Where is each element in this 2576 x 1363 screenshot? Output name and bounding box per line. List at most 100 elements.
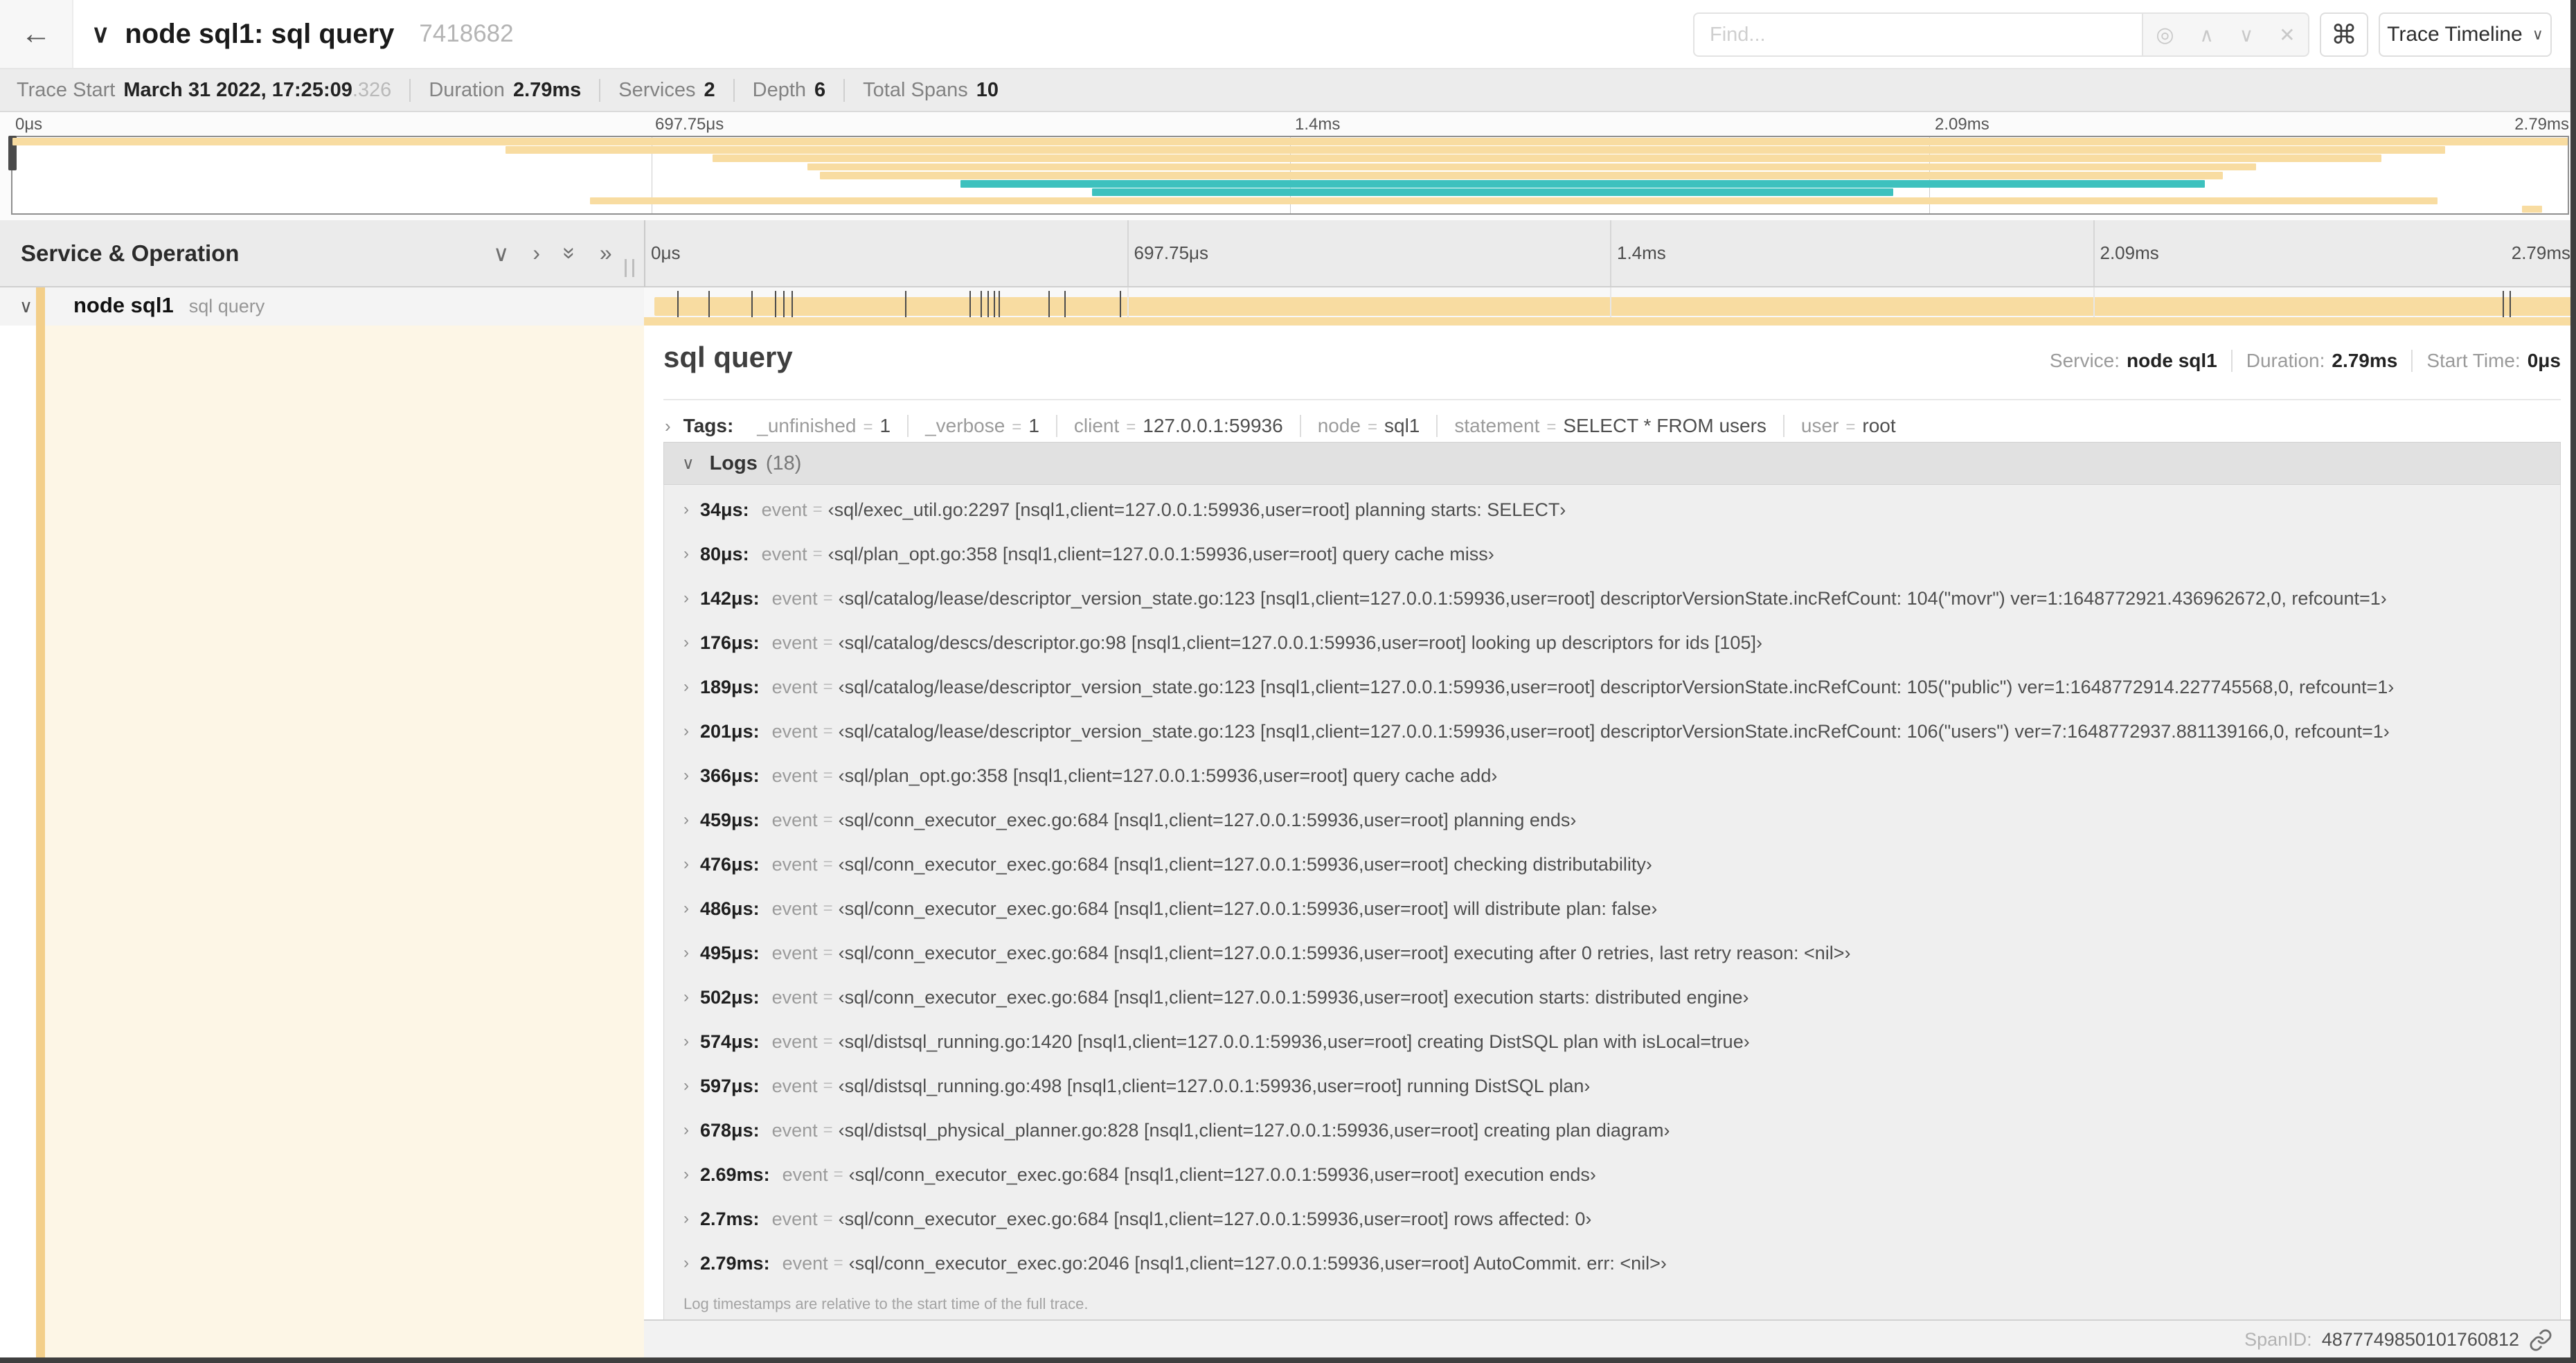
log-entry[interactable]: › 366μs: event = ‹sql/plan_opt.go:358 [nsql1… xyxy=(664,754,2560,798)
minimap-canvas[interactable] xyxy=(8,136,2569,215)
tag-value: root xyxy=(1862,415,1896,436)
span-collapse-icon[interactable]: ∨ xyxy=(19,296,33,317)
shortcuts-button[interactable]: ⌘ xyxy=(2320,12,2368,57)
log-entry[interactable]: › 597μs: event = ‹sql/distsql_running.go:498… xyxy=(664,1064,2560,1108)
meta-value: 2.79ms xyxy=(512,78,582,101)
chevron-right-icon: › xyxy=(683,988,689,1006)
log-message: ‹sql/plan_opt.go:358 [nsql1,client=127.0… xyxy=(838,765,1498,786)
focus-match-icon[interactable]: ◎ xyxy=(2156,23,2174,47)
log-entry[interactable]: › 476μs: event = ‹sql/conn_executor_exec.go:… xyxy=(664,842,2560,887)
expand-one-icon[interactable]: › xyxy=(533,240,540,266)
trace-meta-bar: Trace Start March 31 2022, 17:25:09.326 Du… xyxy=(0,69,2576,112)
expand-all-icon[interactable]: » xyxy=(600,240,612,266)
collapse-trace-icon[interactable]: ∨ xyxy=(91,19,109,48)
log-field-key: event xyxy=(771,632,818,653)
tags-accordion[interactable]: › Tags: _unfinished = 1 _verbose = 1 client = 12… xyxy=(665,410,2561,442)
tag-item: user = root xyxy=(1785,415,1913,437)
back-arrow-icon: ← xyxy=(21,17,51,51)
span-detail-header[interactable]: sql query Service: node sql1 Duration: 2.7… xyxy=(663,341,2561,374)
log-entry[interactable]: › 2.79ms: event = ‹sql/conn_executor_exec.go… xyxy=(664,1241,2560,1285)
trace-title-wrap: ∨ node sql1: sql query 7418682 xyxy=(91,0,514,68)
trace-meta-item: Trace Start March 31 2022, 17:25:09.326 xyxy=(17,78,411,102)
equals-sign: = xyxy=(823,766,833,785)
log-message: ‹sql/catalog/lease/descriptor_version_st… xyxy=(838,587,2387,609)
service-operation-header: Service & Operation xyxy=(21,240,240,266)
log-entry[interactable]: › 80μs: event = ‹sql/plan_opt.go:358 [nsql1,… xyxy=(664,532,2560,576)
log-entry[interactable]: › 176μs: event = ‹sql/catalog/descs/descript… xyxy=(664,621,2560,665)
equals-sign: = xyxy=(863,418,873,436)
log-entry[interactable]: › 142μs: event = ‹sql/catalog/lease/descript… xyxy=(664,576,2560,621)
log-entry[interactable]: › 486μs: event = ‹sql/conn_executor_exec.go:… xyxy=(664,887,2560,931)
log-field-key: event xyxy=(771,765,818,786)
log-timestamp: 495μs: xyxy=(700,942,760,963)
log-field-key: event xyxy=(771,1208,818,1229)
log-entry[interactable]: › 2.69ms: event = ‹sql/conn_executor_exec.go… xyxy=(664,1152,2560,1197)
logs-footer-note: Log timestamps are relative to the start… xyxy=(683,1295,1089,1312)
log-field-key: event xyxy=(771,587,818,609)
log-entry[interactable]: › 495μs: event = ‹sql/conn_executor_exec.go:… xyxy=(664,931,2560,975)
deep-link-icon[interactable] xyxy=(2529,1328,2552,1352)
log-entry[interactable]: › 574μs: event = ‹sql/distsql_running.go:142… xyxy=(664,1019,2560,1064)
logs-accordion-header[interactable]: ∨ Logs (18) xyxy=(663,442,2561,485)
tag-item: _verbose = 1 xyxy=(909,415,1057,437)
log-entry[interactable]: › 2.7ms: event = ‹sql/conn_executor_exec.go:… xyxy=(664,1197,2560,1241)
log-entry[interactable]: › 34μs: event = ‹sql/exec_util.go:2297 [nsql… xyxy=(664,488,2560,532)
equals-sign: = xyxy=(823,633,833,652)
timeline-minimap: 0μs 697.75μs 1.4ms 2.09ms 2.79ms xyxy=(0,112,2576,220)
log-message: ‹sql/conn_executor_exec.go:684 [nsql1,cl… xyxy=(838,853,1652,875)
meta-value-fraction: .326 xyxy=(352,78,392,101)
find-input[interactable] xyxy=(1694,14,2142,55)
minimap-span xyxy=(2521,205,2543,213)
equals-sign: = xyxy=(1012,418,1022,436)
meta-label: Services xyxy=(618,78,696,101)
log-message: ‹sql/conn_executor_exec.go:684 [nsql1,cl… xyxy=(838,942,1851,963)
prev-match-icon[interactable]: ∧ xyxy=(2199,24,2214,46)
axis-tick-label: 2.09ms xyxy=(2100,242,2159,263)
logs-count: (18) xyxy=(765,452,802,474)
trace-meta-item: Depth 6 xyxy=(735,78,846,102)
tag-item: node = sql1 xyxy=(1301,415,1438,437)
chevron-right-icon: › xyxy=(683,810,689,829)
meta-label: Trace Start xyxy=(17,78,116,101)
chevron-right-icon: › xyxy=(683,1165,689,1184)
minimap-span xyxy=(589,197,2438,205)
minimap-tick-label: 697.75μs xyxy=(655,115,724,134)
equals-sign: = xyxy=(833,1254,843,1272)
log-entry[interactable]: › 459μs: event = ‹sql/conn_executor_exec.go:… xyxy=(664,798,2560,842)
log-message: ‹sql/conn_executor_exec.go:684 [nsql1,cl… xyxy=(848,1164,1596,1185)
collapse-one-icon[interactable]: ∨ xyxy=(493,240,509,267)
logs-list: › 34μs: event = ‹sql/exec_util.go:2297 [nsql… xyxy=(663,485,2561,1323)
collapse-all-icon[interactable]: » xyxy=(557,247,582,260)
log-entry[interactable]: › 678μs: event = ‹sql/distsql_physical_plann… xyxy=(664,1108,2560,1152)
app-header: ← ∨ node sql1: sql query 7418682 ◎ ∧ ∨ ✕… xyxy=(0,0,2576,69)
log-field-key: event xyxy=(771,676,818,697)
meta-label: Total Spans xyxy=(863,78,968,101)
log-field-key: event xyxy=(771,809,818,830)
log-timestamp: 459μs: xyxy=(700,809,760,830)
trace-meta-item: Duration 2.79ms xyxy=(411,78,601,102)
duration-label: Duration: xyxy=(2246,350,2325,371)
trace-meta-item: Total Spans 10 xyxy=(845,79,1017,102)
log-message: ‹sql/distsql_running.go:498 [nsql1,clien… xyxy=(838,1075,1591,1096)
log-entry[interactable]: › 189μs: event = ‹sql/catalog/lease/descript… xyxy=(664,665,2560,709)
span-duration-bar[interactable] xyxy=(654,297,2572,316)
chevron-down-icon: ∨ xyxy=(682,454,695,473)
equals-sign: = xyxy=(1368,418,1378,436)
back-button[interactable]: ← xyxy=(0,0,73,68)
equals-sign: = xyxy=(1845,418,1856,436)
next-match-icon[interactable]: ∨ xyxy=(2239,24,2254,46)
chevron-right-icon: › xyxy=(683,589,689,607)
chevron-right-icon: › xyxy=(683,1032,689,1051)
minimap-span xyxy=(807,163,2256,171)
minimap-span xyxy=(820,171,2223,179)
page-title: node sql1: sql query xyxy=(125,18,395,49)
minimap-span xyxy=(713,154,2381,163)
log-entry[interactable]: › 502μs: event = ‹sql/conn_executor_exec.go:… xyxy=(664,975,2560,1019)
span-id-label: SpanID: xyxy=(2244,1329,2312,1350)
column-resizer[interactable] xyxy=(625,259,634,277)
clear-search-icon[interactable]: ✕ xyxy=(2279,24,2295,46)
view-dropdown[interactable]: Trace Timeline ∨ xyxy=(2379,12,2552,57)
log-entry[interactable]: › 201μs: event = ‹sql/catalog/lease/descript… xyxy=(664,709,2560,754)
log-field-key: event xyxy=(782,1252,828,1274)
equals-sign: = xyxy=(812,500,823,519)
